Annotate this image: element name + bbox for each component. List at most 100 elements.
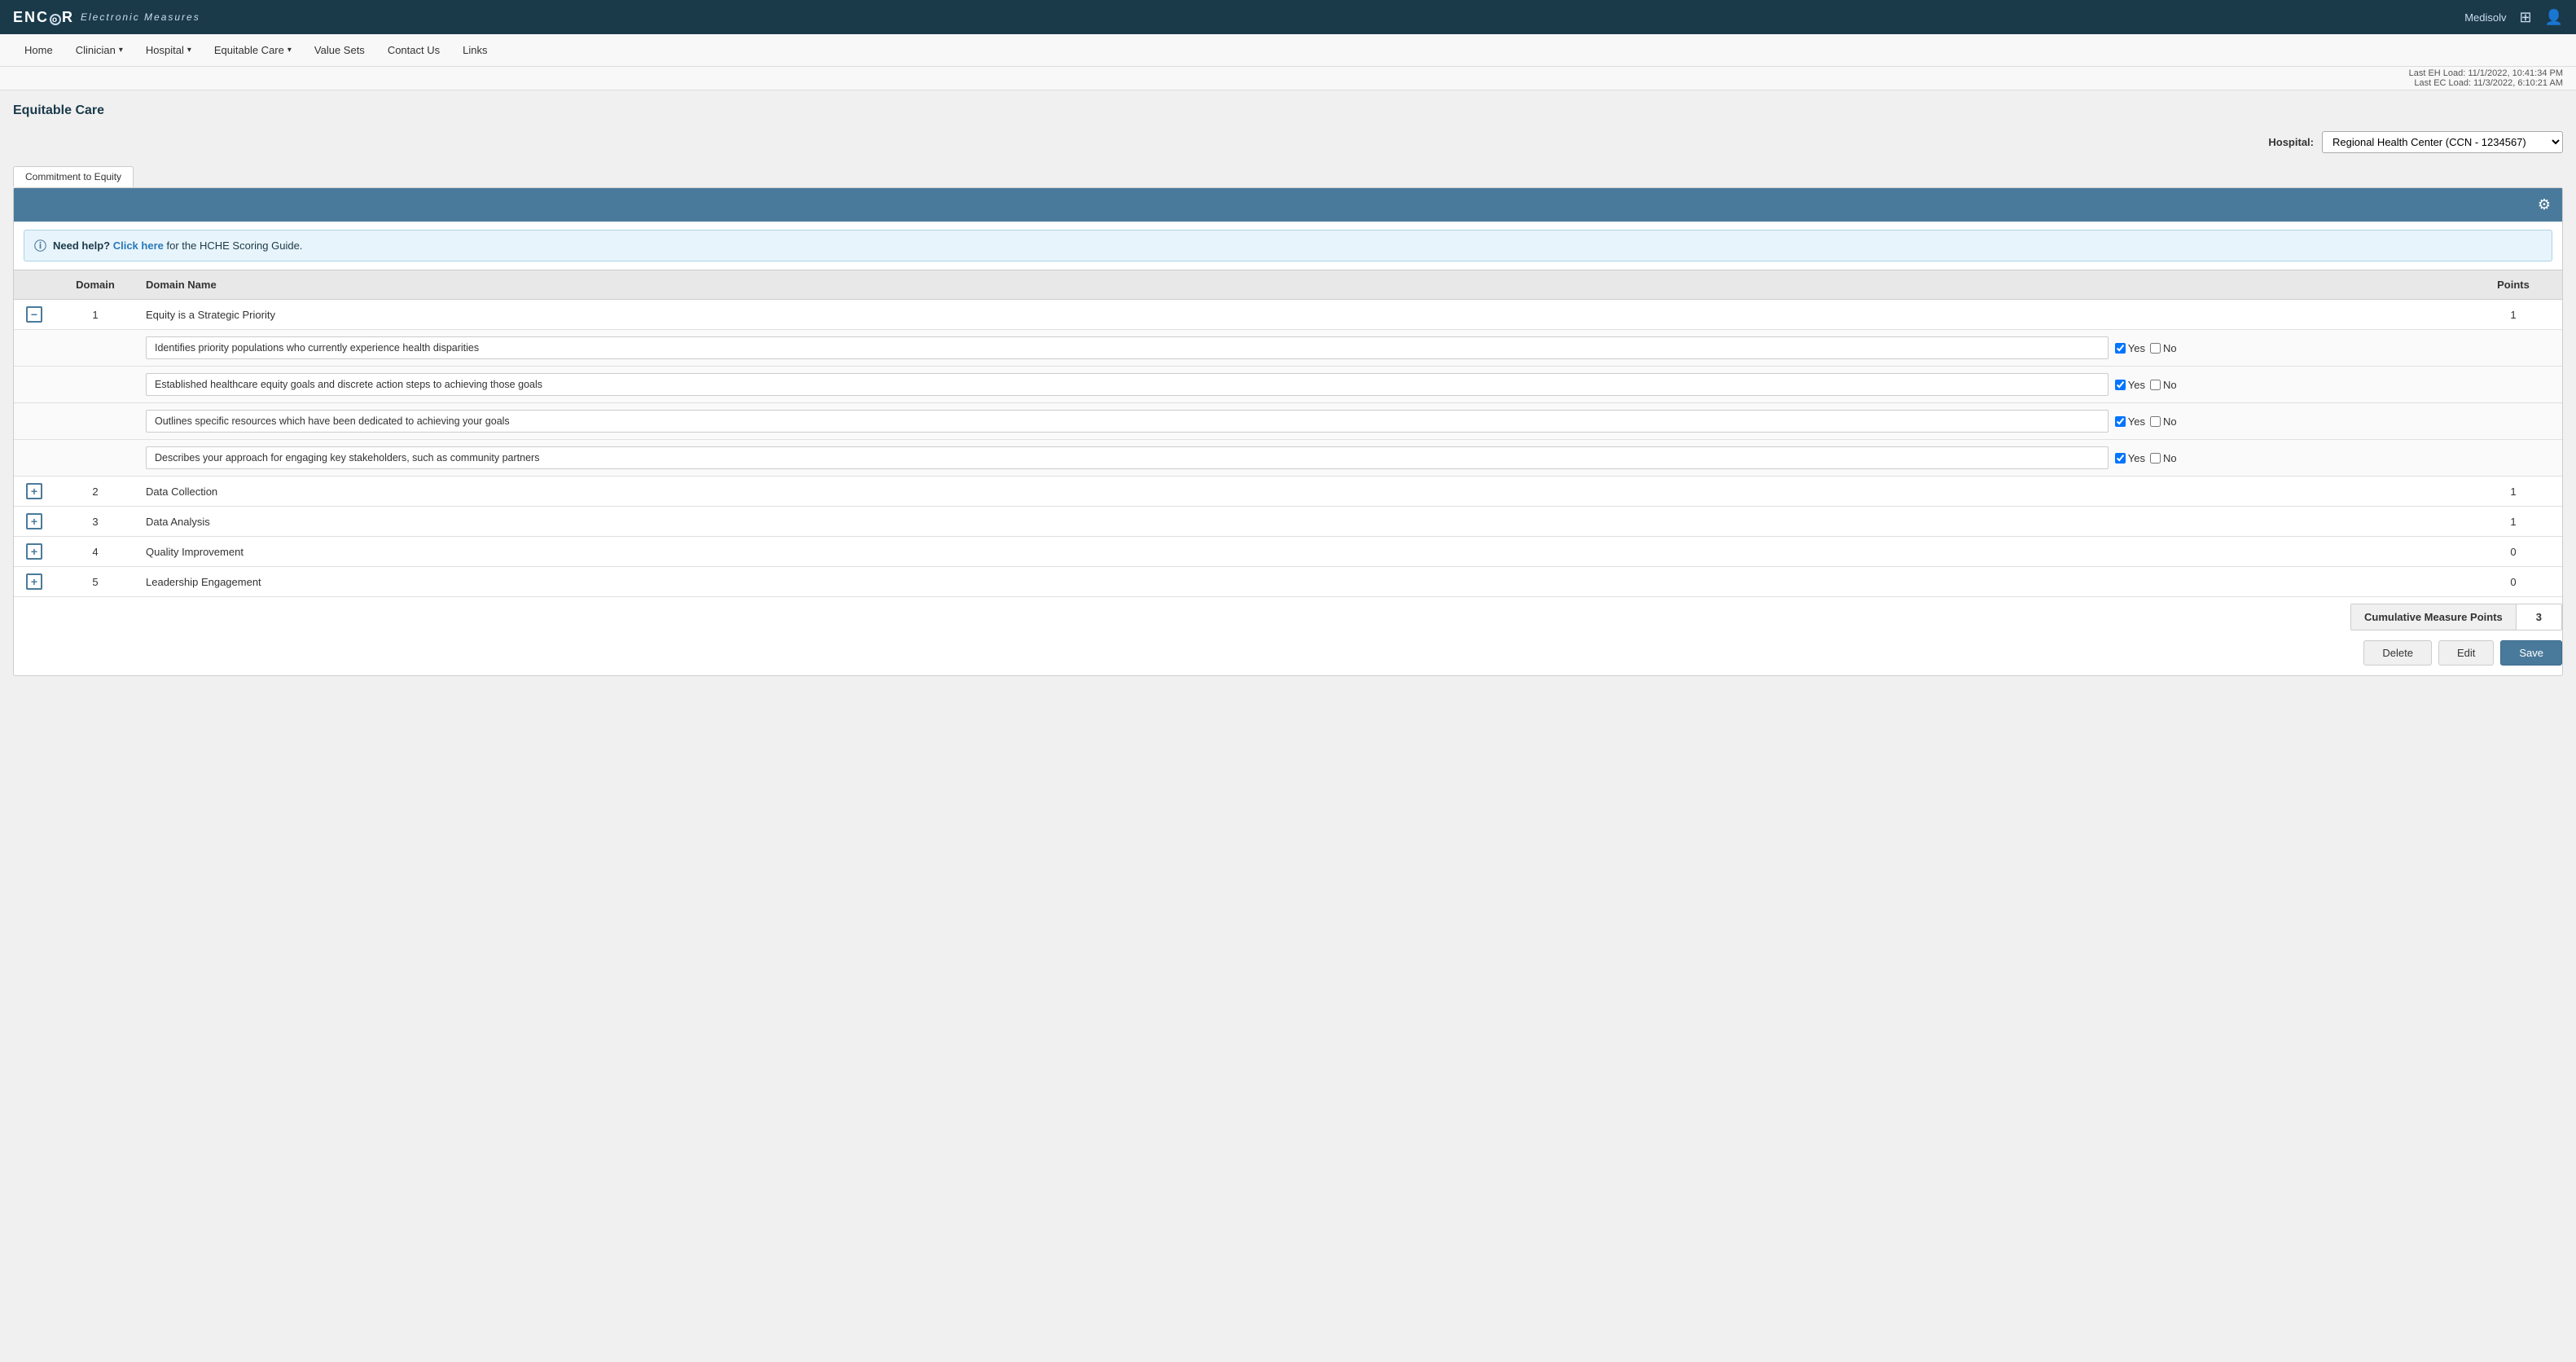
yes-label-1-4[interactable]: Yes (2115, 452, 2145, 464)
toggle-cell-2[interactable]: + (14, 477, 55, 507)
domain-number-4: 4 (55, 537, 136, 567)
question-radio-row-1-3: Outlines specific resources which have b… (146, 410, 2455, 433)
user-icon[interactable]: 👤 (2545, 9, 2563, 26)
cumulative-label: Cumulative Measure Points (2351, 604, 2517, 630)
nav-links[interactable]: Links (451, 34, 498, 66)
domain-name-2: Data Collection (136, 477, 2464, 507)
tab-commitment-to-equity[interactable]: Commitment to Equity (13, 166, 134, 187)
no-checkbox-1-2[interactable] (2150, 380, 2161, 390)
sub-row-1-1: Identifies priority populations who curr… (14, 330, 2562, 367)
no-label-1-4[interactable]: No (2150, 452, 2177, 464)
yes-no-group-1-3: Yes No (2115, 415, 2177, 428)
expand-icon-2[interactable]: + (26, 483, 42, 499)
domain-name-4: Quality Improvement (136, 537, 2464, 567)
question-text-1-1: Identifies priority populations who curr… (146, 336, 2109, 359)
question-text-1-3: Outlines specific resources which have b… (146, 410, 2109, 433)
action-buttons: Delete Edit Save (14, 640, 2562, 675)
user-label: Medisolv (2464, 11, 2506, 24)
yes-checkbox-1-3[interactable] (2115, 416, 2126, 427)
scoring-guide-text: for the HCHE Scoring Guide. (167, 239, 303, 252)
click-here-link[interactable]: Click here (113, 239, 164, 252)
yes-checkbox-1-2[interactable] (2115, 380, 2126, 390)
question-text-1-2: Established healthcare equity goals and … (146, 373, 2109, 396)
domain-name-3: Data Analysis (136, 507, 2464, 537)
yes-checkbox-1-1[interactable] (2115, 343, 2126, 354)
nav-clinician[interactable]: Clinician ▾ (64, 34, 134, 66)
sub-row-1-2: Established healthcare equity goals and … (14, 367, 2562, 403)
question-radio-row-1-1: Identifies priority populations who curr… (146, 336, 2455, 359)
yes-label-1-1[interactable]: Yes (2115, 342, 2145, 354)
save-button[interactable]: Save (2500, 640, 2562, 666)
nav-value-sets[interactable]: Value Sets (303, 34, 376, 66)
question-cell-1-1: Identifies priority populations who curr… (136, 330, 2464, 367)
col-expand (14, 270, 55, 300)
nav-equitable-care[interactable]: Equitable Care ▾ (203, 34, 303, 66)
data-table: Domain Domain Name Points − 1 Equity is … (14, 270, 2562, 597)
toggle-cell-3[interactable]: + (14, 507, 55, 537)
no-label-1-2[interactable]: No (2150, 379, 2177, 391)
caret-clinician: ▾ (119, 46, 123, 55)
tab-bar: Commitment to Equity (13, 166, 2563, 187)
domain-number-2: 2 (55, 477, 136, 507)
yes-checkbox-1-4[interactable] (2115, 453, 2126, 464)
navbar: Home Clinician ▾ Hospital ▾ Equitable Ca… (0, 34, 2576, 67)
yes-no-group-1-1: Yes No (2115, 342, 2177, 354)
table-row-2: + 2 Data Collection 1 (14, 477, 2562, 507)
no-checkbox-1-4[interactable] (2150, 453, 2161, 464)
hospital-row: Hospital: Regional Health Center (CCN - … (13, 131, 2563, 153)
toggle-cell-5[interactable]: + (14, 567, 55, 597)
grid-icon[interactable]: ⊞ (2519, 9, 2531, 26)
cumulative-row: Cumulative Measure Points 3 (14, 604, 2562, 630)
expand-icon-4[interactable]: + (26, 543, 42, 560)
table-row: − 1 Equity is a Strategic Priority 1 (14, 300, 2562, 330)
question-cell-1-4: Describes your approach for engaging key… (136, 440, 2464, 477)
nav-contact-us[interactable]: Contact Us (376, 34, 451, 66)
domain-name-1: Equity is a Strategic Priority (136, 300, 2464, 330)
col-points: Points (2464, 270, 2562, 300)
caret-hospital: ▾ (187, 46, 191, 55)
domain-points-2: 1 (2464, 477, 2562, 507)
hospital-select[interactable]: Regional Health Center (CCN - 1234567) (2322, 131, 2563, 153)
nav-hospital[interactable]: Hospital ▾ (134, 34, 203, 66)
table-row-5: + 5 Leadership Engagement 0 (14, 567, 2562, 597)
yes-no-group-1-2: Yes No (2115, 379, 2177, 391)
no-checkbox-1-3[interactable] (2150, 416, 2161, 427)
toggle-cell-4[interactable]: + (14, 537, 55, 567)
domain-number-5: 5 (55, 567, 136, 597)
no-checkbox-1-1[interactable] (2150, 343, 2161, 354)
question-text-1-4: Describes your approach for engaging key… (146, 446, 2109, 469)
expand-icon-3[interactable]: + (26, 513, 42, 529)
col-domain-name: Domain Name (136, 270, 2464, 300)
question-cell-1-2: Established healthcare equity goals and … (136, 367, 2464, 403)
yes-no-group-1-4: Yes No (2115, 452, 2177, 464)
sub-row-1-3: Outlines specific resources which have b… (14, 403, 2562, 440)
question-radio-row-1-4: Describes your approach for engaging key… (146, 446, 2455, 469)
yes-label-1-2[interactable]: Yes (2115, 379, 2145, 391)
collapse-icon-1[interactable]: − (26, 306, 42, 323)
points-cell-1-1 (2464, 330, 2562, 367)
caret-equitable-care: ▾ (287, 46, 292, 55)
toggle-cell-1[interactable]: − (14, 300, 55, 330)
edit-button[interactable]: Edit (2438, 640, 2494, 666)
domain-points-4: 0 (2464, 537, 2562, 567)
ec-load: Last EC Load: 11/3/2022, 6:10:21 AM (2414, 78, 2563, 88)
hospital-label: Hospital: (2268, 136, 2314, 148)
cumulative-value: 3 (2517, 604, 2561, 630)
no-label-1-1[interactable]: No (2150, 342, 2177, 354)
need-help-text: Need help? (53, 239, 110, 252)
table-header: Domain Domain Name Points (14, 270, 2562, 300)
nav-home[interactable]: Home (13, 34, 64, 66)
points-cell-1-3 (2464, 403, 2562, 440)
col-domain: Domain (55, 270, 136, 300)
logo-subtitle: Electronic Measures (81, 11, 200, 23)
delete-button[interactable]: Delete (2363, 640, 2432, 666)
gear-icon[interactable]: ⚙ (2538, 196, 2551, 213)
info-text: Need help? Click here for the HCHE Scori… (53, 239, 302, 252)
expand-icon-5[interactable]: + (26, 573, 42, 590)
sub-row-1-4: Describes your approach for engaging key… (14, 440, 2562, 477)
question-radio-row-1-2: Established healthcare equity goals and … (146, 373, 2455, 396)
no-label-1-3[interactable]: No (2150, 415, 2177, 428)
yes-label-1-3[interactable]: Yes (2115, 415, 2145, 428)
logo: ENCoR Electronic Measures (13, 9, 200, 26)
domain-points-1: 1 (2464, 300, 2562, 330)
